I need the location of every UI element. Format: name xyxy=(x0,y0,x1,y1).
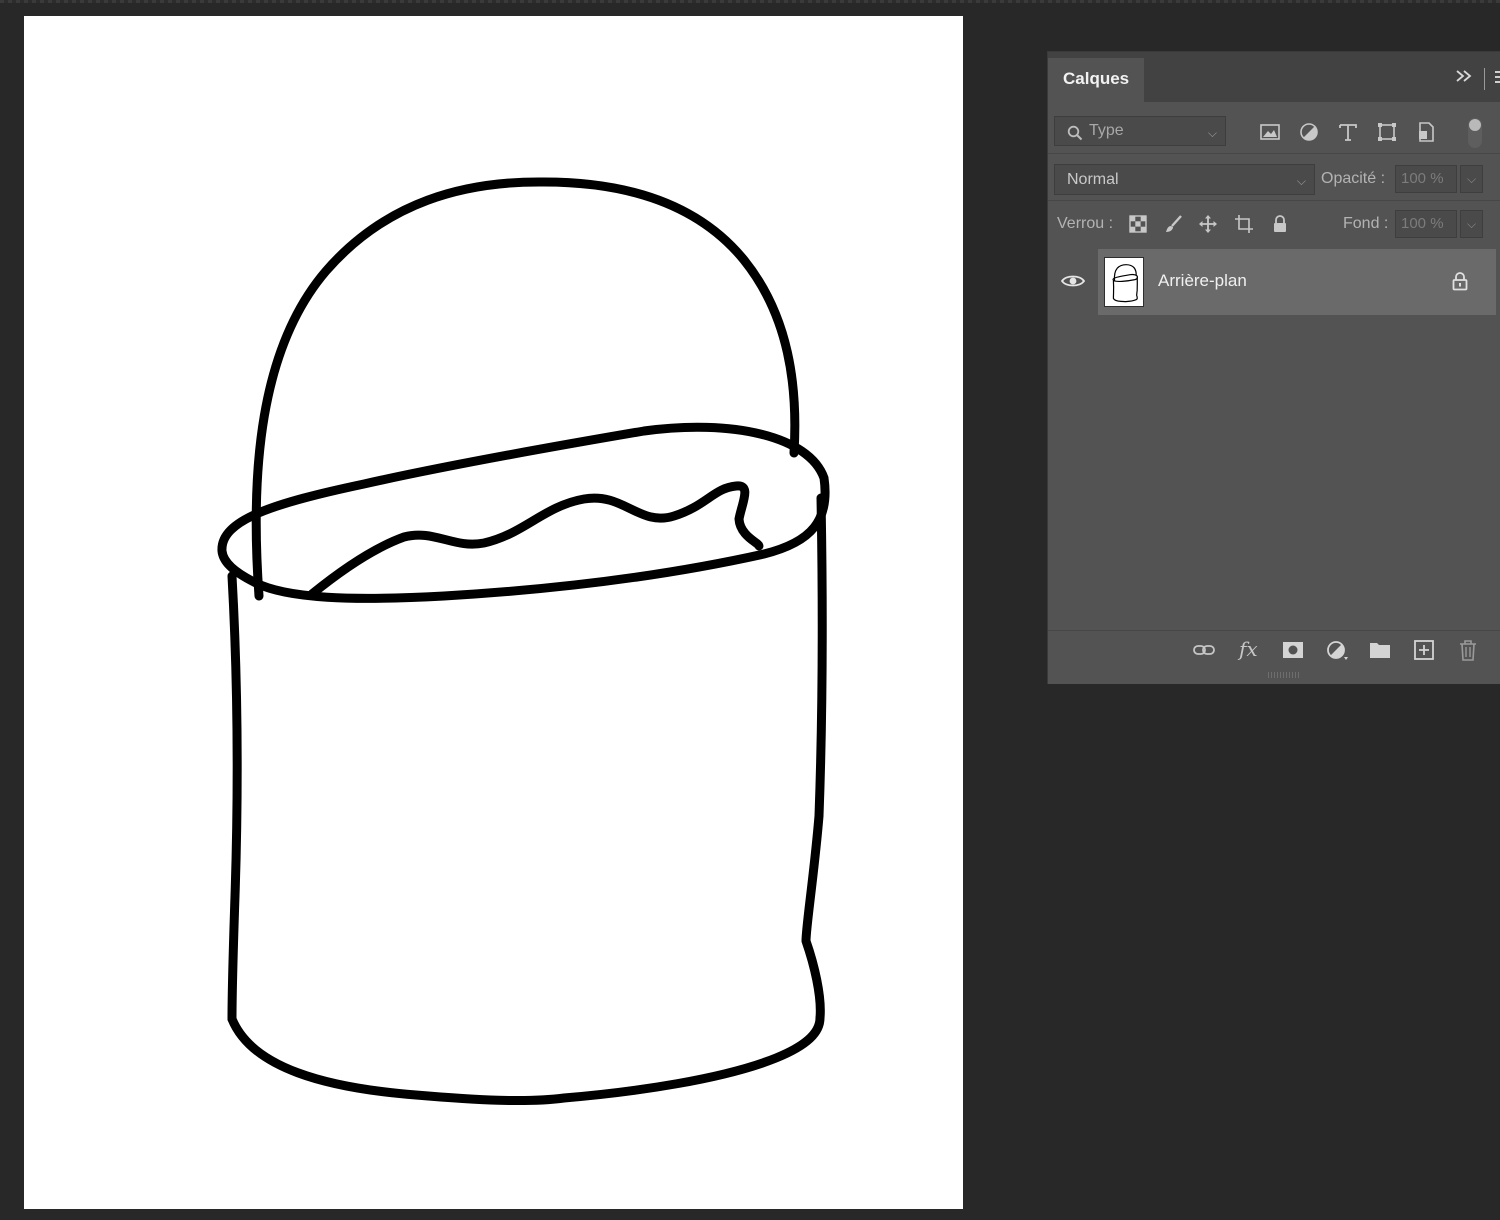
trash-icon[interactable] xyxy=(1456,639,1480,661)
fill-label: Fond : xyxy=(1343,215,1389,232)
bucket-right-side xyxy=(801,493,827,1023)
bucket-left-side xyxy=(227,571,242,1024)
panel-footer: fx xyxy=(1048,630,1500,671)
chevron-down-icon: ⌵ xyxy=(1296,174,1306,188)
layer-row-background[interactable]: Arrière-plan xyxy=(1098,249,1496,315)
shape-filter-icon[interactable] xyxy=(1376,121,1398,143)
new-layer-icon[interactable] xyxy=(1412,639,1436,661)
new-group-icon[interactable] xyxy=(1368,639,1392,661)
blend-mode-select[interactable]: Normal ⌵ xyxy=(1054,164,1315,195)
panel-menu-icon[interactable] xyxy=(1495,71,1500,85)
adjustment-layer-icon[interactable] xyxy=(1325,639,1349,661)
lock-label: Verrou : xyxy=(1057,215,1114,232)
tab-layers[interactable]: Calques xyxy=(1048,58,1144,102)
blend-mode-value: Normal xyxy=(1067,171,1119,188)
smart-object-filter-icon[interactable] xyxy=(1415,121,1437,143)
layer-thumbnail xyxy=(1104,257,1144,307)
layers-panel: Calques Type ⌵ Normal ⌵ Opacité: 100 % … xyxy=(1047,51,1500,684)
bucket-rim xyxy=(217,422,830,603)
add-mask-icon[interactable] xyxy=(1281,639,1305,661)
opacity-field[interactable]: 100 % xyxy=(1395,165,1457,193)
opacity-label: Opacité : xyxy=(1321,170,1386,187)
filter-type-select[interactable]: Type ⌵ xyxy=(1054,116,1226,146)
opacity-dropdown-button[interactable]: ⌵ xyxy=(1460,165,1483,193)
search-icon xyxy=(1067,123,1083,151)
layer-lock-icon[interactable] xyxy=(1451,271,1469,296)
text-filter-icon[interactable] xyxy=(1337,121,1359,143)
lock-artboard-icon[interactable] xyxy=(1234,214,1254,234)
double-chevron-right-icon[interactable] xyxy=(1453,66,1475,88)
link-layers-icon[interactable] xyxy=(1192,639,1216,661)
bucket-drawing xyxy=(217,177,830,1106)
blend-opacity-bar: Normal ⌵ Opacité : 100 % ⌵ xyxy=(1048,153,1500,200)
chevron-down-icon: ⌵ xyxy=(1207,126,1217,140)
workspace-top-edge xyxy=(0,0,1500,3)
lock-transparent-pixels-icon[interactable] xyxy=(1128,214,1148,234)
fill-dropdown-button[interactable]: ⌵ xyxy=(1460,210,1483,238)
fx-icon[interactable]: fx xyxy=(1239,637,1258,661)
panel-resize-grip[interactable] xyxy=(1268,672,1300,678)
layer-filter-bar: Type ⌵ xyxy=(1048,102,1500,152)
document-canvas[interactable] xyxy=(24,16,963,1209)
adjustment-filter-icon[interactable] xyxy=(1298,121,1320,143)
toggle-knob xyxy=(1469,119,1481,131)
visibility-eye-icon[interactable] xyxy=(1060,273,1086,294)
header-divider xyxy=(1484,68,1485,90)
lock-position-icon[interactable] xyxy=(1198,214,1218,234)
paint-surface-wave xyxy=(307,481,764,599)
filter-toggle[interactable] xyxy=(1468,118,1482,148)
panel-header: Calques xyxy=(1048,52,1500,102)
bucket-bottom xyxy=(227,1013,825,1106)
lock-all-icon[interactable] xyxy=(1270,214,1290,234)
lock-image-pixels-icon[interactable] xyxy=(1164,214,1184,234)
layer-name: Arrière-plan xyxy=(1158,271,1247,290)
bucket-handle xyxy=(251,177,800,601)
fill-field[interactable]: 100 % xyxy=(1395,210,1457,238)
image-layer-filter-icon[interactable] xyxy=(1259,121,1281,143)
filter-type-value: Type xyxy=(1089,122,1124,139)
lock-fill-bar: Verrou : Fond : 100 % ⌵ xyxy=(1048,200,1500,249)
